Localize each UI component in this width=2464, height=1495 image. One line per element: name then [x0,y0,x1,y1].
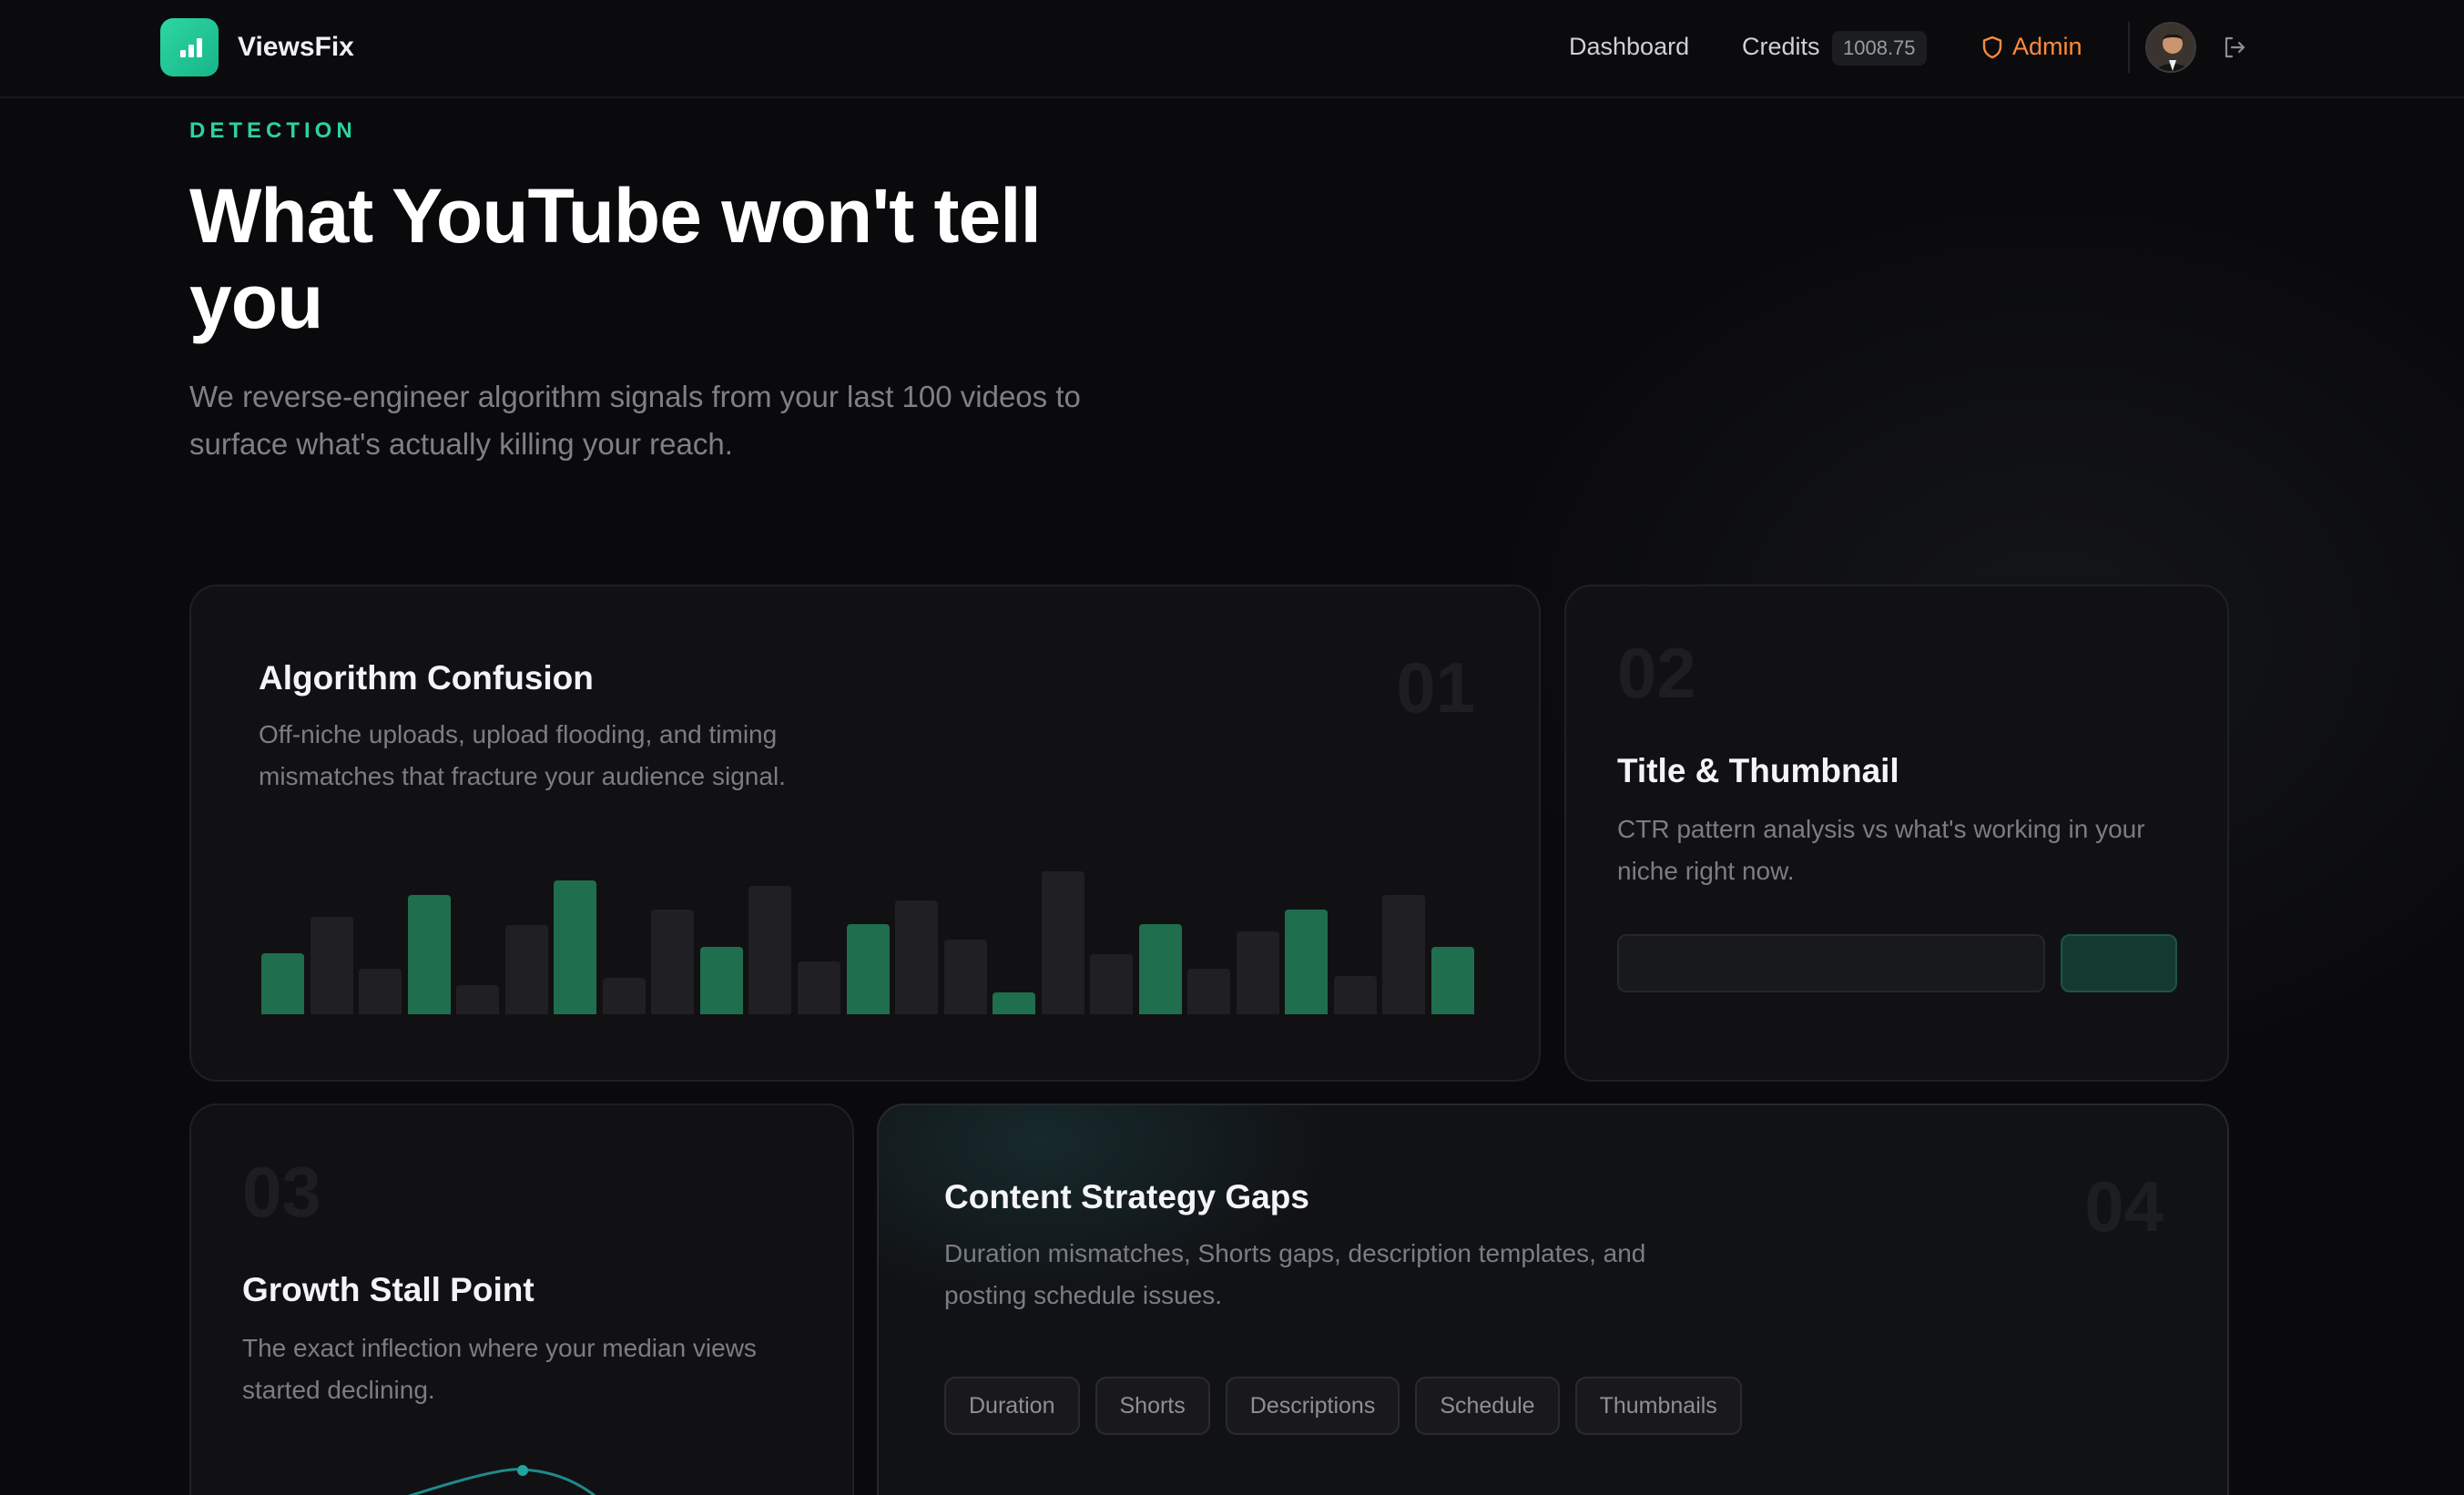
card-title: Title & Thumbnail [1617,752,1899,789]
signal-bar-chart [259,869,1477,1014]
nav-admin-link[interactable]: Admin [1981,33,2082,61]
card-growth-stall-point: 03 Growth Stall Point The exact inflecti… [189,1103,854,1495]
inflection-point [517,1465,528,1476]
card-number: 02 [1617,633,1696,713]
bar-chart-icon [160,18,219,76]
signal-bar [1333,976,1377,1014]
card-title-thumbnail: 02 Title & Thumbnail CTR pattern analysi… [1564,585,2229,1082]
signal-bar [1236,931,1279,1014]
admin-label: Admin [2012,33,2082,60]
signal-bar [699,947,743,1014]
page-title: What YouTube won't tell you [189,173,1042,344]
section-eyebrow: DETECTION [189,118,357,143]
signal-bar [895,900,939,1014]
card-description: Duration mismatches, Shorts gaps, descri… [944,1239,1646,1309]
signal-bar [261,952,305,1014]
card-title: Content Strategy Gaps [944,1178,1309,1215]
growth-curve-chart [407,1465,596,1495]
analyze-button-placeholder [2061,934,2177,992]
credits-badge: 1008.75 [1832,31,1927,66]
avatar[interactable] [2145,22,2196,73]
signal-bar [504,925,548,1014]
card-description: CTR pattern analysis vs what's working i… [1617,815,2145,885]
signal-bar [310,916,353,1014]
signal-bar [797,961,840,1014]
top-navbar: ViewsFix Dashboard Credits 1008.75 Admin [0,0,2464,98]
logout-icon[interactable] [2222,35,2247,60]
signal-bar [651,909,695,1014]
card-description: Off-niche uploads, upload flooding, and … [259,720,786,790]
card-algorithm-confusion: 01 Algorithm Confusion Off-niche uploads… [189,585,1541,1082]
page-subtitle: We reverse-engineer algorithm signals fr… [189,380,1081,461]
tag-duration[interactable]: Duration [944,1377,1080,1435]
signal-bar [456,985,500,1014]
signal-bar [1138,923,1182,1014]
signal-bar [359,969,402,1014]
signal-bar [943,940,987,1014]
nav-divider [2128,22,2130,73]
signal-bar [1382,894,1426,1014]
nav-credits-label[interactable]: Credits [1742,33,1820,61]
signal-bar [1285,909,1329,1014]
brand-name: ViewsFix [238,32,354,62]
signal-bar [407,894,451,1014]
signal-bar [846,923,890,1014]
tag-list: Duration Shorts Descriptions Schedule Th… [944,1377,1757,1435]
tag-shorts[interactable]: Shorts [1095,1377,1210,1435]
signal-bar [554,880,597,1014]
title-input-placeholder [1617,934,2045,992]
card-content-strategy-gaps: 04 Content Strategy Gaps Duration mismat… [877,1103,2229,1495]
nav-dashboard-link[interactable]: Dashboard [1569,33,1689,61]
signal-bar [1431,947,1474,1014]
signal-bar [1187,969,1231,1014]
tag-schedule[interactable]: Schedule [1415,1377,1560,1435]
signal-bar [1041,871,1084,1014]
card-title: Algorithm Confusion [259,659,594,697]
signal-bar [1090,954,1134,1014]
signal-bar [993,992,1036,1014]
signal-bar [748,886,792,1014]
tag-thumbnails[interactable]: Thumbnails [1574,1377,1742,1435]
avatar-image [2147,24,2194,71]
signal-bar [602,978,646,1014]
shield-icon [1982,36,2002,58]
brand[interactable]: ViewsFix [160,18,354,76]
card-number: 01 [1396,647,1475,727]
tag-descriptions[interactable]: Descriptions [1225,1377,1400,1435]
card-number: 04 [2084,1166,2164,1246]
